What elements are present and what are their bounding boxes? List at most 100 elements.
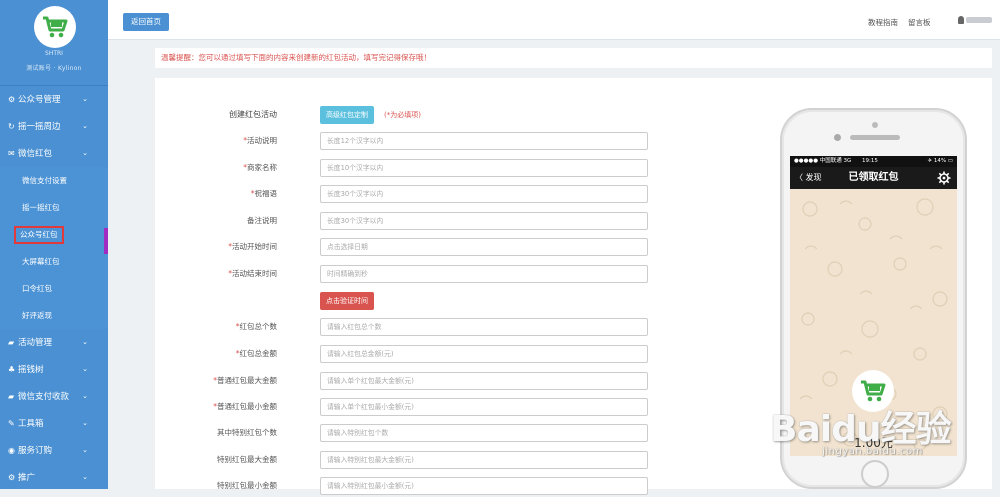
sidebar-subitem-review-cashback[interactable]: 好评返现 <box>0 302 108 329</box>
merchant-name-input[interactable]: 长度10个汉字以内 <box>320 159 648 177</box>
sidebar-item-label: 摇钱树 <box>18 365 44 375</box>
sidebar-menu: ⚙ 公众号管理 ⌄ ↻ 摇一摇周边 ⌄ ✉ 微信红包 ⌄ 微信支付设置 摇一摇红包 公众号红… <box>0 86 108 489</box>
special-count-input[interactable]: 请输入特别红包个数 <box>320 424 648 442</box>
sidebar-item-label: 口令红包 <box>22 284 52 293</box>
profile: SHTRI 测试账号 · Kylinon <box>0 0 108 86</box>
field-label: 活动结束时间 <box>232 269 277 278</box>
normal-min-input[interactable]: 请输入单个红包最小金额(元) <box>320 398 648 416</box>
field-label: 红包总个数 <box>239 322 278 331</box>
special-max-input[interactable]: 请输入特别红包最大金额(元) <box>320 451 648 469</box>
chevron-down-icon: ⌄ <box>82 338 88 346</box>
battery-text: ✈ 14% ▭ <box>927 158 953 164</box>
form-row-title: 创建红包活动 高级红包定制 (*为必填项) <box>155 106 675 126</box>
total-count-input[interactable]: 请输入红包总个数 <box>320 318 648 336</box>
form-row: 特别红包最大金额 请输入特别红包最大金额(元) <box>155 451 675 471</box>
chevron-down-icon: ⌄ <box>82 149 88 157</box>
field-label: 其中特别红包个数 <box>217 428 277 437</box>
start-time-input[interactable]: 点击选择日期 <box>320 238 648 256</box>
watermark: Baidu经验 jingyan.baidu.com <box>770 400 995 485</box>
sidebar-subitem-pay-settings[interactable]: 微信支付设置 <box>0 167 108 194</box>
sidebar-item-label: 工具箱 <box>18 419 44 429</box>
home-button[interactable]: 返回首页 <box>123 13 169 31</box>
gear-icon[interactable] <box>937 171 951 185</box>
total-amount-input[interactable]: 请输入红包总金额(元) <box>320 345 648 363</box>
watermark-logo: Baidu经验 <box>770 409 951 450</box>
phone-navbar: 〈 发现 已领取红包 <box>790 167 957 189</box>
sidebar-item-shake-nearby[interactable]: ↻ 摇一摇周边 ⌄ <box>0 113 108 140</box>
sidebar-item-label: 活动管理 <box>18 338 53 348</box>
sidebar-item-service-order[interactable]: ◉ 服务订购 ⌄ <box>0 437 108 464</box>
sidebar-item-wechat-redpacket[interactable]: ✉ 微信红包 ⌄ <box>0 140 108 167</box>
sidebar: SHTRI 测试账号 · Kylinon ⚙ 公众号管理 ⌄ ↻ 摇一摇周边 ⌄ ✉ 微信… <box>0 0 108 489</box>
refresh-icon: ↻ <box>8 122 15 131</box>
sidebar-item-pay-collect[interactable]: ▰ 微信支付收款 ⌄ <box>0 383 108 410</box>
notice-banner: 温馨提醒：您可以通过填写下面的内容来创建新的红包活动，填写完记得保存哦！ <box>155 48 992 68</box>
sidebar-item-account-manage[interactable]: ⚙ 公众号管理 ⌄ <box>0 86 108 113</box>
tree-icon: ♣ <box>8 365 16 374</box>
folder-icon: ▰ <box>8 338 15 347</box>
field-label: 红包总金额 <box>239 349 278 358</box>
sidebar-subitem-bigscreen-redpacket[interactable]: 大屏幕红包 <box>0 248 108 275</box>
sidebar-item-label: 微信红包 <box>18 149 53 159</box>
field-label: 备注说明 <box>247 216 277 225</box>
chevron-down-icon: ⌄ <box>82 446 88 454</box>
sidebar-item-label: 公众号管理 <box>18 95 61 105</box>
field-label: 普通红包最小金额 <box>217 402 277 411</box>
form-row: *商家名称 长度10个汉字以内 <box>155 159 675 179</box>
field-label: 特别红包最大金额 <box>217 455 277 464</box>
user-menu[interactable] <box>958 16 992 25</box>
username-blurred <box>966 17 992 23</box>
form-row: 特别红包最小金额 请输入特别红包最小金额(元) <box>155 477 675 497</box>
sidebar-item-money-tree[interactable]: ♣ 摇钱树 ⌄ <box>0 356 108 383</box>
sidebar-item-label: 摇一摇红包 <box>22 203 60 212</box>
watermark-url: jingyan.baidu.com <box>822 446 923 457</box>
end-time-input[interactable]: 时间精确到秒 <box>320 265 648 283</box>
special-min-input[interactable]: 请输入特别红包最小金额(元) <box>320 477 648 495</box>
active-indicator <box>104 228 108 254</box>
sidebar-item-promote[interactable]: ⚙ 推广 ⌄ <box>0 464 108 489</box>
remark-input[interactable]: 长度30个汉字以内 <box>320 212 648 230</box>
sidebar-item-label: 公众号红包 <box>14 226 64 244</box>
form-row: *活动说明 长度12个汉字以内 <box>155 132 675 152</box>
activity-desc-input[interactable]: 长度12个汉字以内 <box>320 132 648 150</box>
verify-time-button[interactable]: 点击验证时间 <box>320 292 374 310</box>
form-row: *活动开始时间 点击选择日期 <box>155 238 675 258</box>
form-row: *红包总个数 请输入红包总个数 <box>155 318 675 338</box>
phone-front-camera <box>834 134 841 141</box>
normal-max-input[interactable]: 请输入单个红包最大金额(元) <box>320 372 648 390</box>
carrier-text: ●●●●● 中国联通 3G <box>794 158 852 164</box>
form-title-label: 创建红包活动 <box>229 110 277 119</box>
field-label: 活动开始时间 <box>232 242 277 251</box>
profile-name: SHTRI <box>45 50 63 57</box>
sidebar-item-activity-manage[interactable]: ▰ 活动管理 ⌄ <box>0 329 108 356</box>
avatar[interactable] <box>34 6 76 48</box>
required-hint: (*为必填项) <box>384 111 421 119</box>
custom-redpacket-button[interactable]: 高级红包定制 <box>320 106 374 124</box>
folder-icon: ▰ <box>8 392 15 401</box>
sidebar-item-toolbox[interactable]: ✎ 工具箱 ⌄ <box>0 410 108 437</box>
chevron-down-icon: ⌄ <box>82 95 88 103</box>
user-icon <box>958 16 964 24</box>
gear-icon: ⚙ <box>8 95 16 104</box>
field-label: 祝福语 <box>254 189 278 198</box>
sidebar-item-label: 微信支付收款 <box>18 392 70 402</box>
chevron-down-icon: ⌄ <box>82 419 88 427</box>
sidebar-subitem-password-redpacket[interactable]: 口令红包 <box>0 275 108 302</box>
wrench-icon: ✎ <box>8 419 15 428</box>
field-label: 活动说明 <box>247 136 277 145</box>
sidebar-subitem-account-redpacket[interactable]: 公众号红包 <box>0 221 108 248</box>
form-row: *祝福语 长度30个汉字以内 <box>155 185 675 205</box>
field-label: 商家名称 <box>247 163 277 172</box>
envelope-icon: ✉ <box>8 149 15 158</box>
sidebar-subitem-shake-redpacket[interactable]: 摇一摇红包 <box>0 194 108 221</box>
message-board-link[interactable]: 留言板 <box>908 17 931 28</box>
phone-speaker <box>850 135 900 140</box>
form-row: *活动结束时间 时间精确到秒 <box>155 265 675 285</box>
sidebar-item-label: 大屏幕红包 <box>22 257 60 266</box>
chevron-down-icon: ⌄ <box>82 392 88 400</box>
guide-link[interactable]: 教程指南 <box>868 17 898 28</box>
greeting-input[interactable]: 长度30个汉字以内 <box>320 185 648 203</box>
phone-title: 已领取红包 <box>848 172 899 183</box>
clock-text: 19:15 <box>862 158 878 164</box>
chevron-down-icon: ⌄ <box>82 473 88 481</box>
